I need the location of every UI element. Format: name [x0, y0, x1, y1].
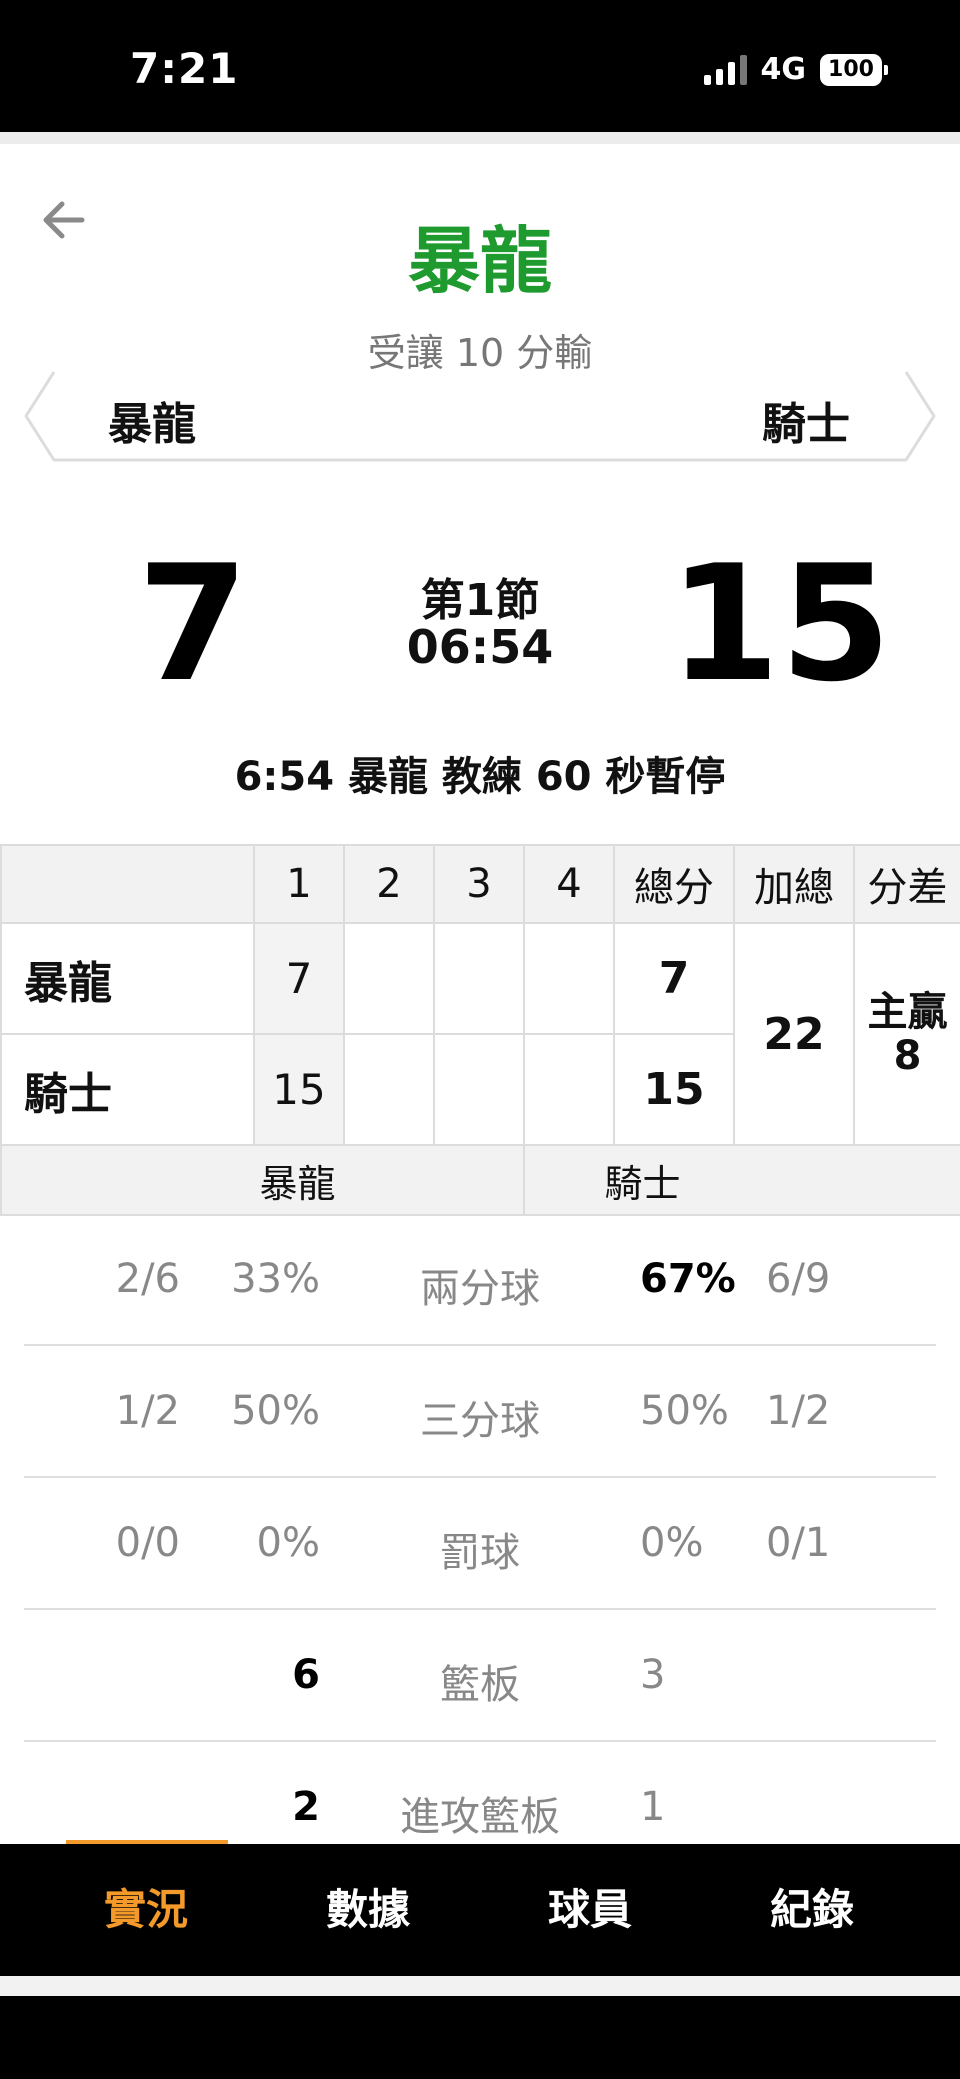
team-selector[interactable]: 暴龍 騎士	[24, 368, 936, 464]
stat-right-pct: 67%	[640, 1256, 736, 1302]
stat-right-value: 1	[640, 1784, 666, 1830]
row-total: 7	[613, 922, 735, 1035]
status-indicators: 4G 100	[703, 52, 888, 87]
signal-icon	[703, 54, 747, 85]
tab-stats[interactable]: 數據	[278, 1844, 458, 1976]
header-q4: 4	[523, 844, 615, 924]
stat-left-pct: 0%	[256, 1520, 320, 1566]
stat-right-made: 6/9	[766, 1256, 831, 1302]
stat-row-free-throw: 0/0 0% 罰球 0% 0/1	[0, 1478, 960, 1610]
stat-label: 進攻籃板	[400, 1794, 560, 1840]
stat-right-pct: 50%	[640, 1388, 729, 1434]
tab-live[interactable]: 實況	[56, 1844, 236, 1976]
game-clock: 06:54	[406, 620, 554, 674]
home-indicator-area	[0, 1996, 960, 2079]
stat-left-made: 1/2	[115, 1388, 180, 1434]
stat-left-value: 6	[292, 1652, 320, 1698]
stat-row-rebounds: 6 籃板 3	[0, 1610, 960, 1742]
team-left-label[interactable]: 暴龍	[108, 388, 196, 452]
bottom-divider	[0, 1976, 960, 1996]
row-q3	[433, 1033, 525, 1146]
stat-right-made: 1/2	[766, 1388, 831, 1434]
row-q3	[433, 922, 525, 1035]
header-q1: 1	[253, 844, 345, 924]
header-team	[0, 844, 255, 924]
game-period: 第1節	[420, 575, 540, 626]
stat-row-two-point: 2/6 33% 兩分球 67% 6/9	[0, 1214, 960, 1346]
bottom-tab-bar: 實況 數據 球員 紀錄	[0, 1844, 960, 1976]
row-q1: 15	[253, 1033, 345, 1146]
combined-score: 22	[733, 922, 855, 1146]
header-diff: 分差	[853, 844, 960, 924]
header-q3: 3	[433, 844, 525, 924]
box-score-table: 1 2 3 4 總分 加總 分差 暴龍 7 7 22 主贏 8 騎士 15 15…	[0, 844, 960, 1216]
tab-players[interactable]: 球員	[500, 1844, 680, 1976]
header-total: 總分	[613, 844, 735, 924]
stat-left-pct: 50%	[231, 1388, 320, 1434]
table-row: 暴龍 7 7 22 主贏 8	[0, 922, 960, 1146]
row-q2	[343, 1033, 435, 1146]
away-score: 15	[668, 530, 892, 717]
row-q4	[523, 1033, 615, 1146]
stat-right-value: 3	[640, 1652, 666, 1698]
stat-label: 兩分球	[420, 1266, 540, 1312]
tab-records[interactable]: 紀錄	[722, 1844, 902, 1976]
row-q4	[523, 922, 615, 1035]
stat-label: 三分球	[420, 1398, 540, 1444]
stat-right-made: 0/1	[766, 1520, 831, 1566]
stat-left-made: 2/6	[115, 1256, 180, 1302]
diff-label: 主贏	[867, 989, 948, 1035]
battery-level: 100	[828, 57, 874, 82]
status-time: 7:21	[130, 44, 239, 93]
table-header-row: 1 2 3 4 總分 加總 分差	[0, 844, 960, 924]
score-diff: 主贏 8	[853, 922, 960, 1146]
row-team: 暴龍	[0, 922, 255, 1035]
stat-left-value: 2	[292, 1784, 320, 1830]
top-divider	[0, 132, 960, 144]
network-label: 4G	[760, 52, 807, 87]
stats-team-right: 騎士	[523, 1144, 960, 1216]
stat-left-pct: 33%	[231, 1256, 320, 1302]
stat-label: 籃板	[440, 1662, 520, 1708]
stat-row-three-point: 1/2 50% 三分球 50% 1/2	[0, 1346, 960, 1478]
stat-row-offensive-rebounds: 2 進攻籃板 1	[0, 1742, 960, 1844]
status-bar: 7:21 4G 100	[0, 0, 960, 132]
row-q1: 7	[253, 922, 345, 1035]
team-right-label[interactable]: 騎士	[762, 388, 850, 452]
header-q2: 2	[343, 844, 435, 924]
row-team: 騎士	[0, 1033, 255, 1146]
diff-value: 8	[893, 1033, 922, 1079]
stat-label: 罰球	[440, 1530, 520, 1576]
stats-list: 2/6 33% 兩分球 67% 6/9 1/2 50% 三分球 50% 1/2 …	[0, 1214, 960, 1844]
header-combined: 加總	[733, 844, 855, 924]
row-total: 15	[613, 1033, 735, 1146]
stats-team-header: 暴龍 騎士	[0, 1144, 960, 1216]
home-score: 7	[137, 530, 249, 717]
row-q2	[343, 922, 435, 1035]
latest-event: 6:54 暴龍 教練 60 秒暫停	[234, 754, 726, 800]
battery-icon: 100	[820, 53, 888, 86]
stat-right-pct: 0%	[640, 1520, 704, 1566]
game-page: 暴龍 受讓 10 分輸 暴龍 騎士 7 第1節 06:54 15 6:54 暴龍…	[0, 132, 960, 1844]
page-title: 暴龍	[407, 219, 552, 303]
stats-team-left: 暴龍	[0, 1144, 525, 1216]
stat-left-made: 0/0	[115, 1520, 180, 1566]
